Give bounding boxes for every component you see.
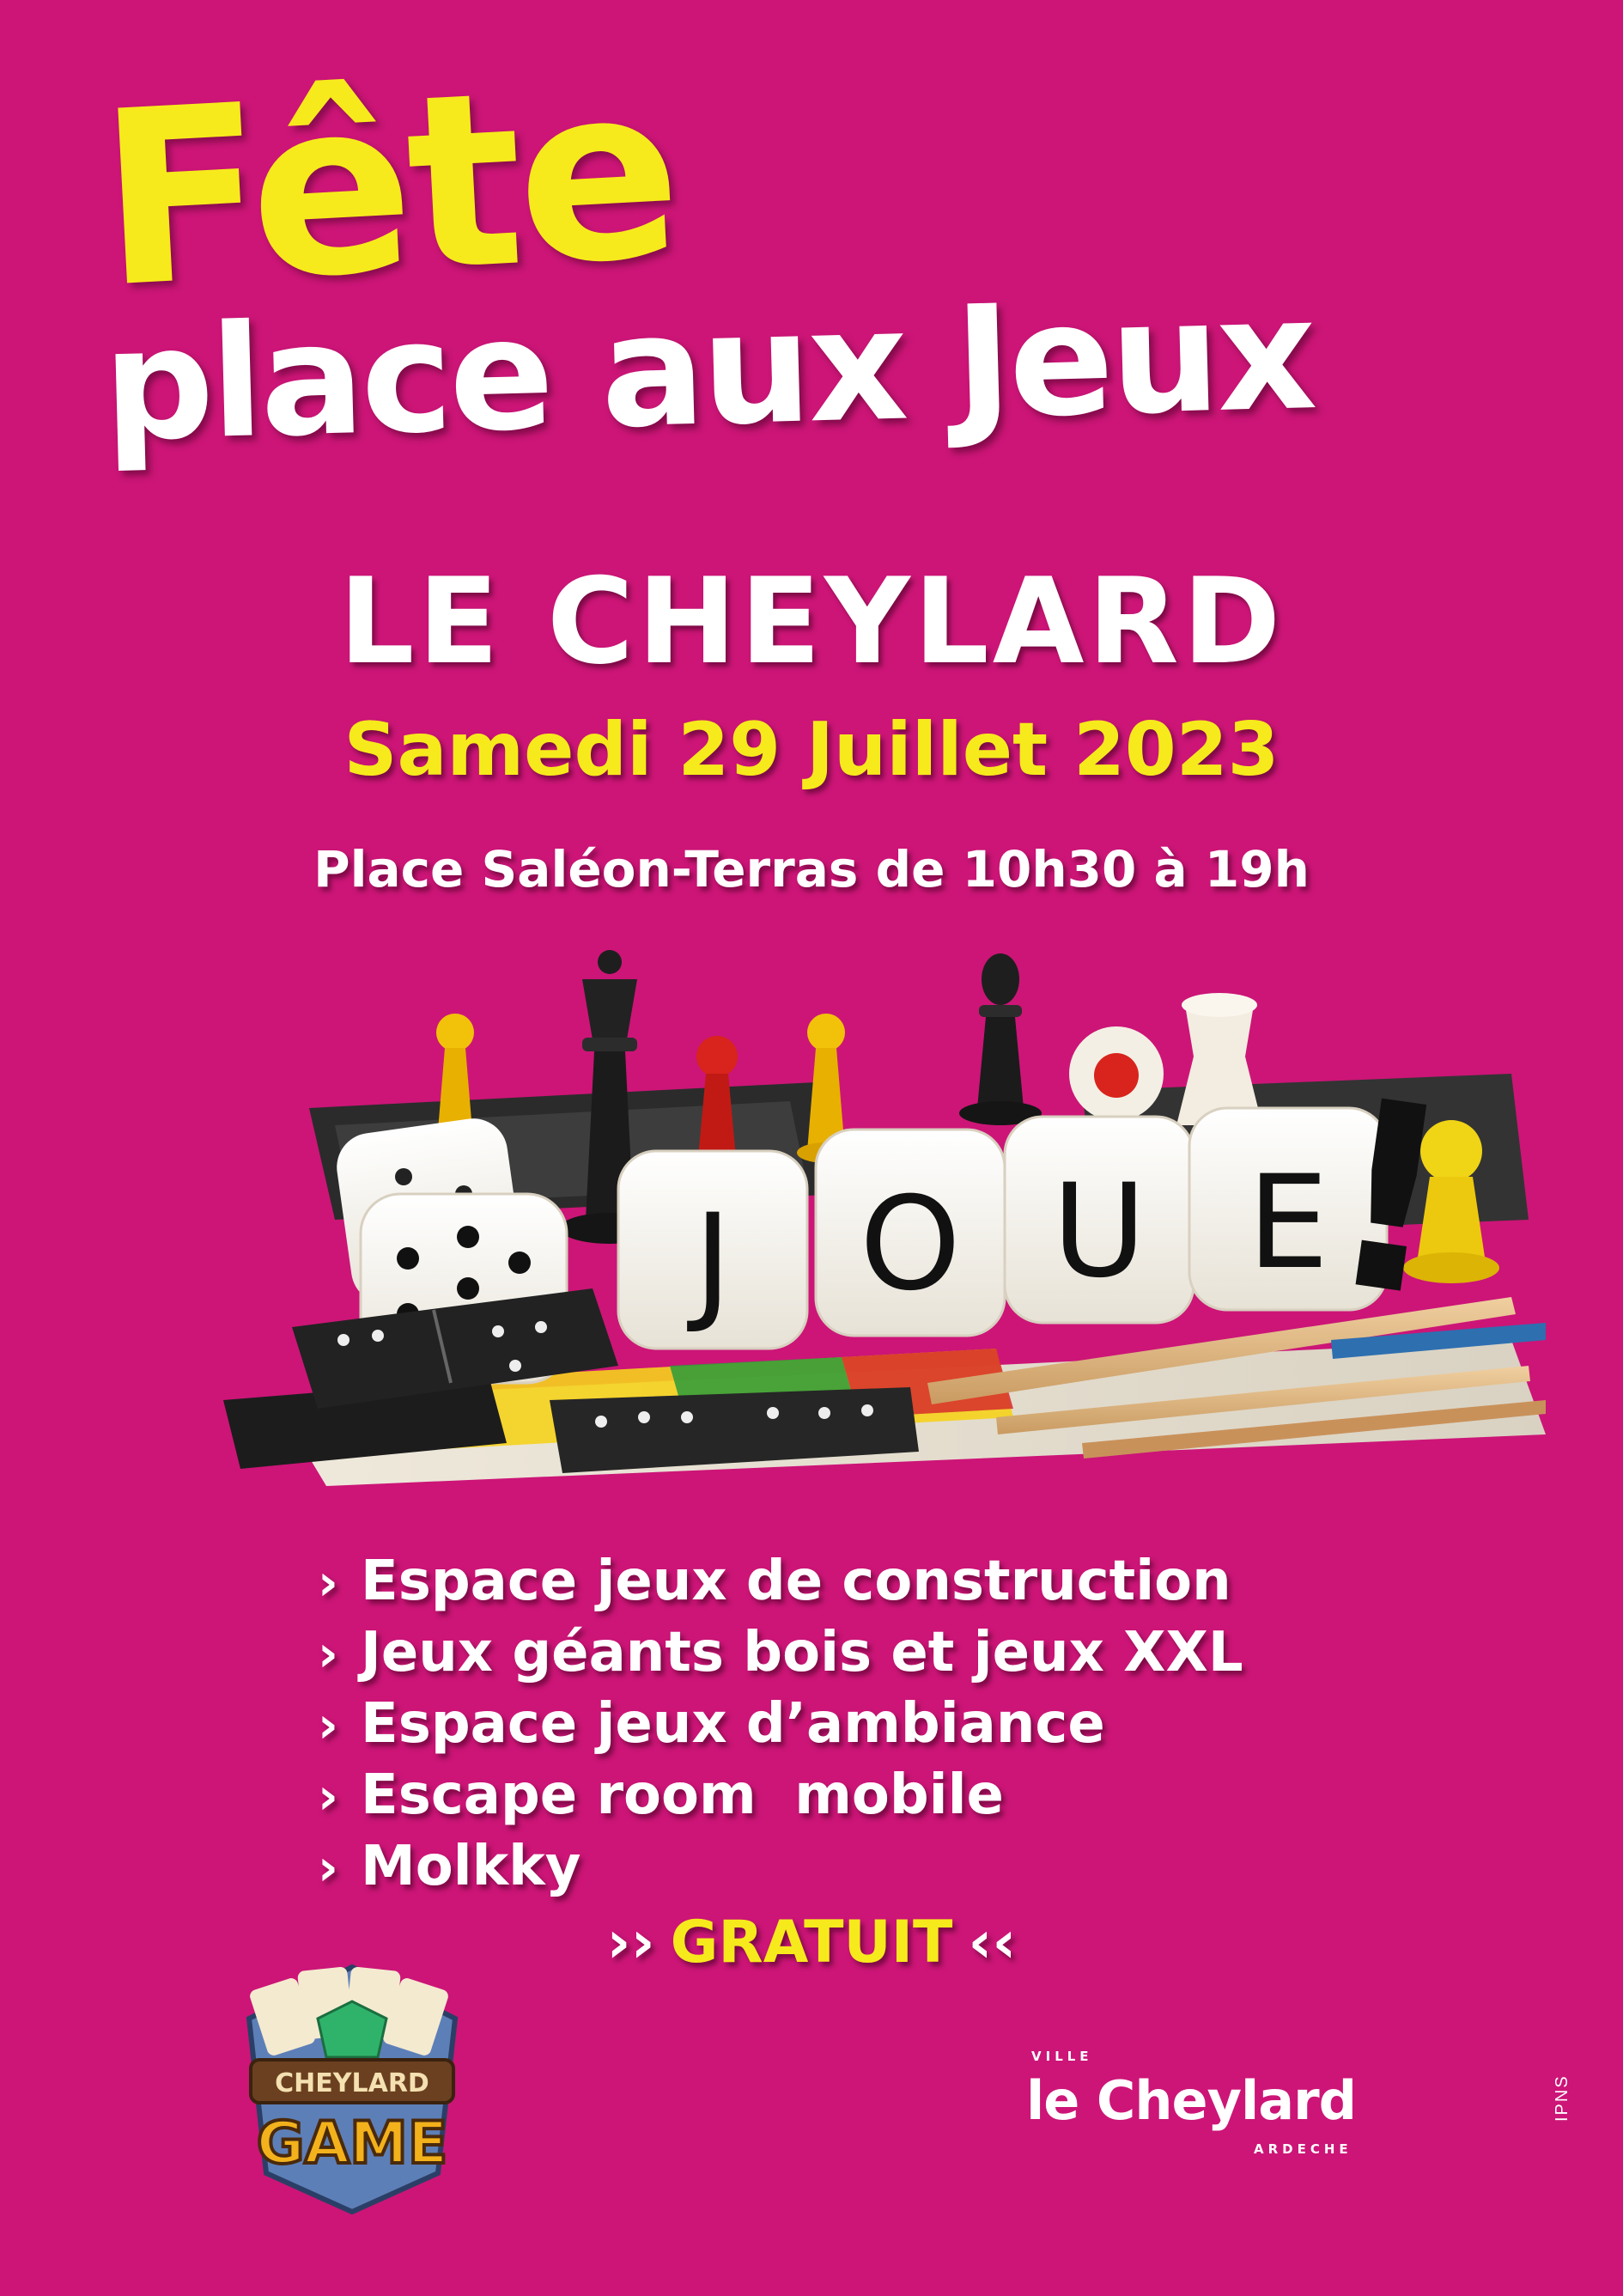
activity-item: › Molkky	[318, 1831, 1243, 1903]
activity-item: › Espace jeux de construction	[318, 1546, 1243, 1617]
bullet-chevron: ›	[318, 1624, 338, 1683]
activity-item: › Jeux géants bois et jeux XXL	[318, 1617, 1243, 1689]
board-games-illustration: J O U E !	[223, 950, 1546, 1486]
city-logo-ville: VILLE	[1031, 2049, 1093, 2064]
chess-bishop-black	[959, 953, 1042, 1125]
dice-letter-e: E	[1248, 1148, 1329, 1298]
game-logo-game: GAME	[257, 2110, 448, 2177]
close-quote: ‹‹	[968, 1909, 1017, 1976]
title-fete: Fête	[93, 31, 683, 342]
bullet-chevron: ›	[318, 1696, 338, 1754]
bullet-chevron: ›	[318, 1553, 338, 1611]
open-quote: ››	[606, 1909, 655, 1976]
activities-list: › Espace jeux de construction › Jeux géant…	[318, 1546, 1243, 1903]
ville-le-cheylard-logo: VILLE le Cheylard ARDECHE	[1026, 2049, 1387, 2160]
city-logo-name: le Cheylard	[1026, 2069, 1357, 2132]
bullet-chevron: ›	[318, 1767, 338, 1825]
title-place-aux-jeux: place aux Jeux	[100, 265, 1316, 476]
event-location: Place Saléon-Terras de 10h30 à 19h	[313, 840, 1310, 898]
city-logo-ardeche: ARDECHE	[1254, 2141, 1352, 2157]
town-name: LE CHEYLARD	[338, 552, 1285, 691]
cheylard-game-logo: CHEYLARD GAME	[246, 1964, 459, 2215]
dice-letter-o: O	[860, 1170, 961, 1319]
poster: Fête place aux Jeux LE CHEYLARD Samedi 2…	[0, 0, 1623, 2296]
ipns-mention: IPNS	[1553, 2074, 1571, 2122]
game-logo-cheylard: CHEYLARD	[275, 2068, 429, 2098]
dice-letter-j: J	[687, 1187, 732, 1337]
free-label: GRATUIT	[670, 1909, 953, 1976]
activity-item: › Espace jeux d’ambiance	[318, 1689, 1243, 1760]
event-date: Samedi 29 Juillet 2023	[343, 707, 1280, 793]
dice-letter-u: U	[1052, 1157, 1146, 1306]
activity-item: › Escape room mobile	[318, 1760, 1243, 1831]
bullet-chevron: ›	[318, 1838, 338, 1897]
